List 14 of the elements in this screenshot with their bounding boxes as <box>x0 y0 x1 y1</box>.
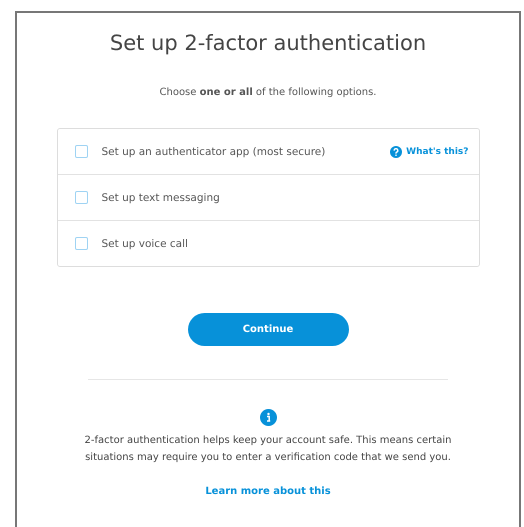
learn-more-link[interactable]: Learn more about this <box>205 486 331 497</box>
option-label: Set up text messaging <box>102 192 221 204</box>
instruction-text: Choose one or all of the following options. <box>160 87 376 98</box>
option-label: Set up an authenticator app (most secure) <box>102 146 326 158</box>
checkbox[interactable] <box>74 191 88 204</box>
checkbox[interactable] <box>74 237 88 250</box>
checkbox[interactable] <box>74 145 88 158</box>
help-icon[interactable] <box>390 146 402 158</box>
option-label: Set up voice call <box>102 238 189 250</box>
info-icon <box>260 409 276 426</box>
whats-this-link[interactable]: What's this? <box>406 146 468 156</box>
page-title: Set up 2-factor authentication <box>110 31 426 55</box>
info-text: 2-factor authentication helps keep your account safe. This means certain situations may require you to enter a verification code that we send you. <box>84 434 452 465</box>
continue-button[interactable]: Continue <box>188 313 348 346</box>
